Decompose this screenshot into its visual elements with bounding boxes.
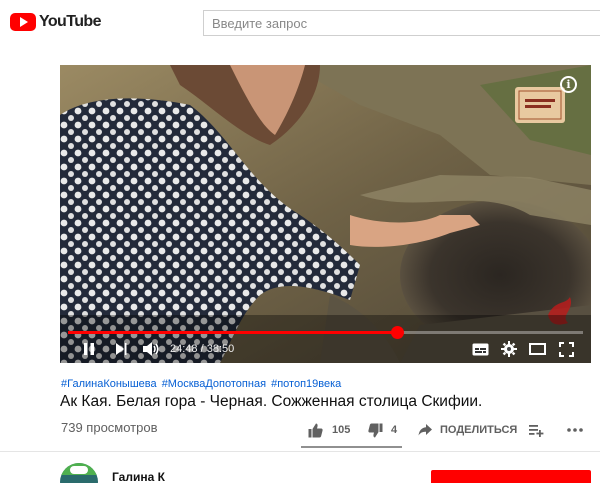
progress-played bbox=[68, 331, 398, 334]
youtube-logo-icon bbox=[10, 13, 36, 31]
sentiment-bar bbox=[301, 446, 402, 448]
progress-bar[interactable] bbox=[68, 326, 583, 339]
fullscreen-icon[interactable] bbox=[556, 339, 576, 359]
hashtag-link[interactable]: #потоп19века bbox=[271, 378, 341, 390]
share-arrow-icon bbox=[418, 424, 432, 436]
thumb-down-icon bbox=[368, 423, 383, 438]
thumb-up-icon bbox=[308, 423, 323, 438]
player-controls: 24:48 / 38:50 bbox=[60, 335, 591, 363]
time-current: 24:48 bbox=[170, 343, 198, 355]
time-total: 38:50 bbox=[206, 343, 235, 355]
subscribe-button[interactable] bbox=[431, 470, 591, 483]
dislike-button[interactable]: 4 bbox=[368, 420, 397, 440]
share-label: ПОДЕЛИТЬСЯ bbox=[440, 424, 518, 436]
play-pause-icon[interactable] bbox=[80, 339, 98, 359]
channel-watermark-badge bbox=[515, 87, 565, 123]
add-to-playlist-icon bbox=[529, 424, 544, 437]
more-icon bbox=[567, 428, 583, 432]
hashtag-list: #ГалинаКонышева #МоскваДопотопная #потоп… bbox=[61, 378, 343, 390]
share-button[interactable]: ПОДЕЛИТЬСЯ bbox=[418, 420, 517, 440]
time-separator: / bbox=[197, 343, 207, 355]
channel-name[interactable]: Галина К bbox=[112, 470, 165, 483]
time-display: 24:48 / 38:50 bbox=[170, 343, 234, 355]
subtitles-icon[interactable] bbox=[470, 339, 490, 359]
hashtag-link[interactable]: #МоскваДопотопная bbox=[162, 378, 266, 390]
search-input[interactable] bbox=[204, 11, 600, 35]
add-to-playlist-button[interactable] bbox=[529, 420, 544, 440]
youtube-logo[interactable]: YouTube bbox=[10, 12, 101, 32]
video-frame bbox=[60, 65, 591, 363]
video-player[interactable]: i 24:48 / 38:50 bbox=[60, 65, 591, 363]
dislike-count: 4 bbox=[391, 424, 398, 436]
theater-mode-icon[interactable] bbox=[527, 339, 547, 359]
hashtag-link[interactable]: #ГалинаКонышева bbox=[61, 378, 157, 390]
next-icon[interactable] bbox=[112, 339, 130, 359]
settings-gear-icon[interactable] bbox=[499, 339, 519, 359]
logo-text: YouTube bbox=[39, 13, 101, 30]
divider bbox=[0, 451, 600, 452]
masthead: YouTube bbox=[0, 0, 600, 45]
like-count: 105 bbox=[332, 424, 351, 436]
info-icon[interactable]: i bbox=[560, 76, 577, 93]
volume-icon[interactable] bbox=[140, 339, 162, 359]
view-count: 739 просмотров bbox=[61, 420, 158, 435]
search-box bbox=[203, 10, 600, 36]
more-actions-button[interactable] bbox=[567, 420, 583, 440]
like-button[interactable]: 105 bbox=[308, 420, 350, 440]
avatar[interactable] bbox=[60, 463, 98, 483]
video-title: Ак Кая. Белая гора - Черная. Сожженная с… bbox=[60, 393, 483, 410]
